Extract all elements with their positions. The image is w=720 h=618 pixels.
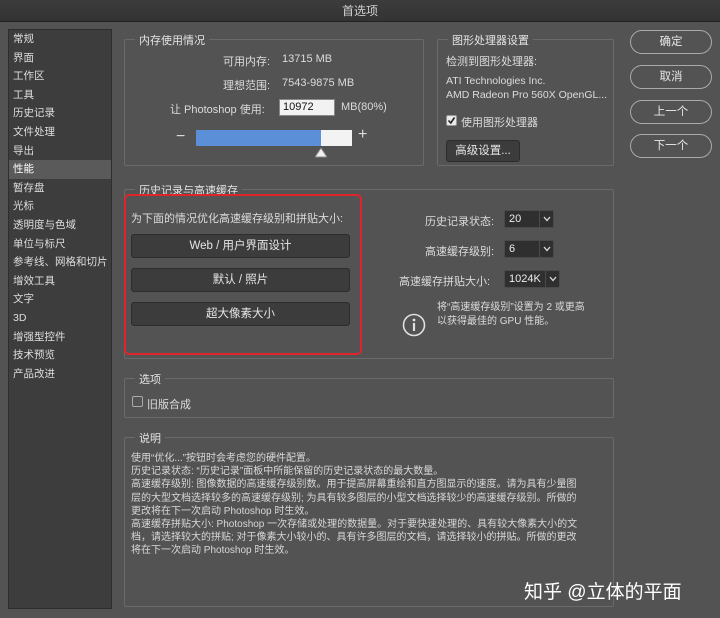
description-line: 层的大型文档选择较多的高速缓存级别; 为具有较多图层的小型文档选择较少的高速缓存… [131,492,577,504]
options-title: 选项 [135,371,165,387]
description-line: 高速缓存级别: 图像数据的高速缓存级别数。用于提高屏幕重绘和直方图显示的速度。请… [131,479,577,491]
description-title: 说明 [135,430,165,446]
description-line: 使用“优化...”按钮时会考虑您的硬件配置。 [131,453,316,464]
description-line: 历史记录状态: “历史记录”面板中所能保留的历史记录状态的最大数量。 [131,466,444,478]
memory-slider-fill [196,130,321,146]
gpu-tip-line-2: 以获得最佳的 GPU 性能。 [437,316,555,327]
description-line: 高速缓存拼贴大小: Photoshop 一次存储或处理的数据量。对于要快速处理的… [131,519,578,531]
sidebar: 常规 界面 工作区 工具 历史记录 文件处理 导出 性能 暂存盘 光标 透明度与色域 单位与标尺 参考线… [8,29,112,609]
cache-levels-label: 高速缓存级别: [425,246,495,258]
sidebar-item[interactable]: 参考线、网格和切片 [9,253,111,272]
sidebar-item[interactable]: 技术预览 [9,346,111,365]
next-button[interactable]: 下一个 [630,134,712,158]
available-memory-label: 可用内存: [223,56,271,68]
memory-slider-track[interactable] [196,130,352,146]
history-states-value: 20 [509,213,522,225]
cache-tile-size-select[interactable]: 1024K [504,270,560,288]
sidebar-item[interactable]: 产品改进 [9,365,111,384]
ideal-range-value: 7543-9875 MB [282,77,355,89]
options-group: 选项 [124,371,614,418]
legacy-compositing-label: 旧版合成 [147,399,191,411]
optimize-huge-pixel-button[interactable]: 超大像素大小 [131,302,350,326]
sidebar-item[interactable]: 增强型控件 [9,328,111,347]
checkmark-icon [447,117,456,125]
description-line: 档，请选择较大的拼贴; 对于像素大小较小的、具有许多图层的文档，请选择较小的拼贴… [131,532,577,544]
previous-button[interactable]: 上一个 [630,100,712,124]
gpu-vendor: ATI Technologies Inc. [446,75,546,87]
sidebar-item[interactable]: 工作区 [9,67,111,86]
sidebar-item[interactable]: 历史记录 [9,104,111,123]
sidebar-item[interactable]: 透明度与色域 [9,216,111,235]
ideal-range-label: 理想范围: [223,80,271,92]
sidebar-item[interactable]: 文字 [9,290,111,309]
use-gpu-label: 使用图形处理器 [461,117,538,129]
gpu-settings-title: 图形处理器设置 [448,32,533,48]
memory-amount-input[interactable]: 10972 [279,99,335,116]
gpu-detected-label: 检测到图形处理器: [446,56,538,68]
chevron-down-icon [539,241,553,257]
memory-slider-thumb[interactable] [314,148,327,158]
cache-levels-select[interactable]: 6 [504,240,554,258]
memory-usage-title: 内存使用情况 [135,32,209,48]
description-line: 将在下一次启动 Photoshop 时生效。 [131,545,295,557]
chevron-down-icon [545,271,559,287]
cache-tile-size-label: 高速缓存拼贴大小: [399,276,491,288]
sidebar-item[interactable]: 单位与标尺 [9,235,111,254]
cache-levels-value: 6 [509,243,516,255]
sidebar-item[interactable]: 常规 [9,30,111,49]
optimize-default-photo-button[interactable]: 默认 / 照片 [131,268,350,292]
sidebar-item[interactable]: 工具 [9,86,111,105]
window-title: 首选项 [0,0,720,22]
history-states-label: 历史记录状态: [425,216,495,228]
let-photoshop-use-label: 让 Photoshop 使用: [170,104,265,116]
chevron-down-icon [539,211,553,227]
ok-button[interactable]: 确定 [630,30,712,54]
sidebar-item[interactable]: 3D [9,309,111,328]
gpu-tip-line-1: 将“高速缓存级别”设置为 2 或更高 [437,302,585,313]
description-text: 使用“优化...”按钮时会考虑您的硬件配置。历史记录状态: “历史记录”面板中所… [131,452,577,558]
optimize-web-ui-button[interactable]: Web / 用户界面设计 [131,234,350,258]
sidebar-item[interactable]: 界面 [9,49,111,68]
memory-decrease-icon[interactable]: − [176,128,185,146]
sidebar-item[interactable]: 暂存盘 [9,179,111,198]
sidebar-item[interactable]: 性能 [9,160,111,179]
cancel-button[interactable]: 取消 [630,65,712,89]
use-gpu-checkbox[interactable] [446,115,457,126]
sidebar-item[interactable]: 光标 [9,197,111,216]
info-icon [402,313,426,337]
watermark: 知乎 @立体的平面 [524,582,682,603]
gpu-advanced-settings-button[interactable]: 高级设置... [446,140,520,162]
available-memory-value: 13715 MB [282,53,333,65]
cache-tile-size-value: 1024K [509,273,541,285]
description-line: 更改将在下一次启动 Photoshop 时生效。 [131,505,315,517]
gpu-model: AMD Radeon Pro 560X OpenGL... [446,89,608,101]
memory-increase-icon[interactable]: + [358,126,367,144]
sidebar-item[interactable]: 导出 [9,142,111,161]
memory-unit-label: MB(80%) [341,101,387,113]
optimize-label: 为下面的情况优化高速缓存级别和拼贴大小: [131,213,344,225]
legacy-compositing-checkbox[interactable] [132,396,143,407]
history-states-select[interactable]: 20 [504,210,554,228]
sidebar-item[interactable]: 增效工具 [9,272,111,291]
sidebar-item[interactable]: 文件处理 [9,123,111,142]
